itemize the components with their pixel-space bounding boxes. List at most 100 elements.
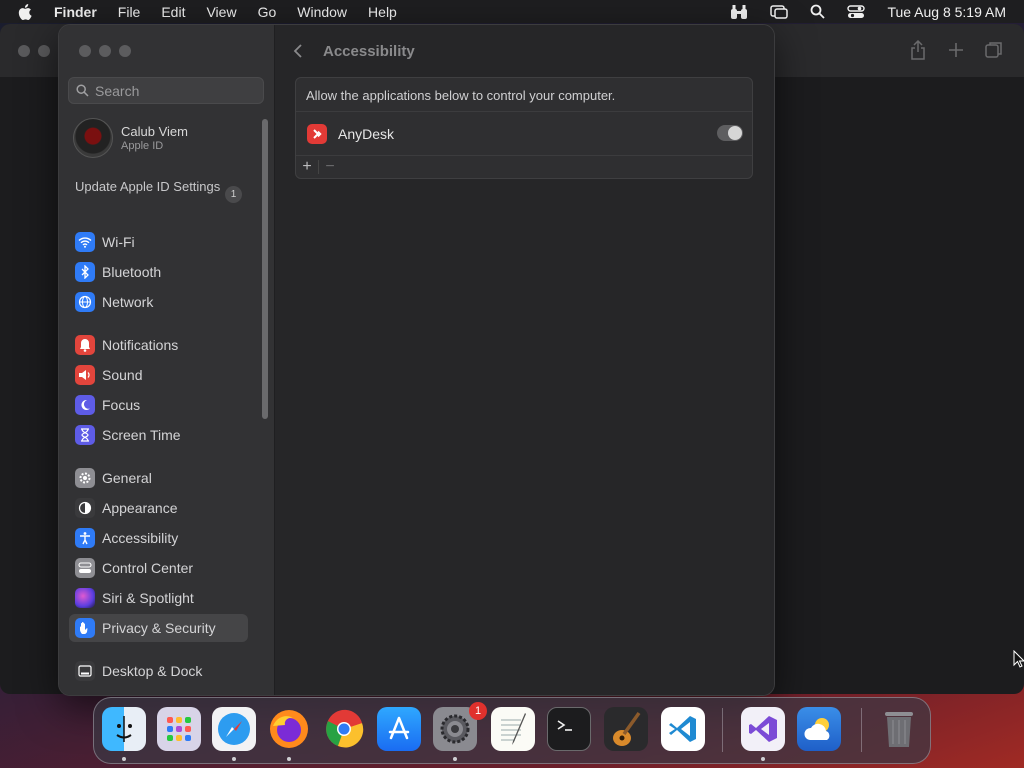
panel-description: Allow the applications below to control …	[306, 88, 616, 103]
menu-window[interactable]: Window	[297, 4, 347, 20]
sidebar-item-focus[interactable]: Focus	[69, 391, 248, 419]
add-app-button[interactable]: +	[296, 156, 318, 178]
sidebar-item-bluetooth[interactable]: Bluetooth	[69, 258, 248, 286]
control-center-icon[interactable]	[847, 4, 866, 19]
sidebar-item-screen-time[interactable]: Screen Time	[69, 421, 248, 449]
control-center-icon	[75, 558, 95, 578]
search-input[interactable]	[95, 82, 245, 99]
sidebar-item-network[interactable]: Network	[69, 288, 248, 316]
sidebar-item-wifi[interactable]: Wi-Fi	[69, 228, 248, 256]
appearance-icon	[75, 498, 95, 518]
sidebar-item-label: Sound	[102, 367, 143, 383]
update-apple-id-settings[interactable]: Update Apple ID Settings	[75, 179, 245, 195]
minimize-button[interactable]	[38, 45, 50, 57]
dock-finder-icon[interactable]	[102, 707, 146, 751]
siri-icon	[75, 588, 95, 608]
dock-trash-icon[interactable]	[877, 707, 921, 751]
sidebar-item-general[interactable]: General	[69, 464, 248, 492]
sidebar-item-notifications[interactable]: Notifications	[69, 331, 248, 359]
dock-garageband-icon[interactable]	[604, 707, 648, 751]
dock-textedit-icon[interactable]	[491, 707, 535, 751]
accessibility-icon	[75, 528, 95, 548]
binoculars-icon[interactable]	[730, 4, 748, 20]
zoom-button[interactable]	[119, 45, 131, 57]
anydesk-icon	[307, 123, 327, 144]
settings-notification-badge: 1	[469, 702, 487, 720]
menu-finder[interactable]: Finder	[54, 4, 97, 20]
sidebar: Calub Viem Apple ID Update Apple ID Sett…	[59, 25, 275, 695]
moon-icon	[75, 395, 95, 415]
mouse-cursor-icon	[1013, 649, 1024, 673]
apple-menu-icon[interactable]	[18, 3, 34, 20]
gear-icon	[75, 468, 95, 488]
running-indicator	[287, 757, 291, 761]
screen-mirroring-icon[interactable]	[770, 4, 789, 19]
menu-go[interactable]: Go	[258, 4, 277, 20]
system-settings-window: Calub Viem Apple ID Update Apple ID Sett…	[59, 25, 774, 695]
dock-terminal-icon[interactable]	[547, 707, 591, 751]
sidebar-item-siri-spotlight[interactable]: Siri & Spotlight	[69, 584, 248, 612]
dock: 1	[93, 697, 931, 764]
menu-edit[interactable]: Edit	[161, 4, 185, 20]
sidebar-item-accessibility[interactable]: Accessibility	[69, 524, 248, 552]
sidebar-item-label: Notifications	[102, 337, 179, 353]
dock-divider	[861, 708, 862, 752]
close-button[interactable]	[18, 45, 30, 57]
menu-view[interactable]: View	[206, 4, 236, 20]
accessibility-apps-panel: Allow the applications below to control …	[295, 77, 753, 179]
profile-subtitle: Apple ID	[121, 140, 164, 152]
search-field[interactable]	[68, 77, 264, 104]
apple-id-profile[interactable]: Calub Viem Apple ID	[73, 118, 188, 158]
sidebar-scrollbar[interactable]	[262, 119, 268, 419]
close-button[interactable]	[79, 45, 91, 57]
sidebar-item-appearance[interactable]: Appearance	[69, 494, 248, 522]
speaker-icon	[75, 365, 95, 385]
page-title: Accessibility	[323, 42, 415, 60]
new-tab-icon[interactable]	[946, 40, 966, 60]
dock-vscode-icon[interactable]	[661, 707, 705, 751]
dock-chrome-icon[interactable]	[322, 707, 366, 751]
sidebar-item-label: Wi-Fi	[102, 234, 135, 250]
remove-app-button[interactable]: −	[319, 156, 341, 178]
sidebar-item-label: Control Center	[102, 560, 194, 576]
spotlight-search-icon[interactable]	[810, 4, 826, 19]
back-chevron-icon[interactable]	[293, 41, 307, 61]
sidebar-item-desktop-dock[interactable]: Desktop & Dock	[69, 657, 248, 685]
sidebar-item-control-center[interactable]: Control Center	[69, 554, 248, 582]
wifi-icon	[75, 232, 95, 252]
minimize-button[interactable]	[99, 45, 111, 57]
running-indicator	[232, 757, 236, 761]
sidebar-item-label: Privacy & Security	[102, 620, 216, 636]
sidebar-item-privacy-security[interactable]: Privacy & Security	[69, 614, 248, 642]
search-icon	[76, 84, 89, 97]
update-count-badge: 1	[225, 186, 242, 203]
hourglass-icon	[75, 425, 95, 445]
hand-icon	[75, 618, 95, 638]
sidebar-item-label: Bluetooth	[102, 264, 162, 280]
avatar	[73, 118, 113, 158]
tab-overview-icon[interactable]	[984, 40, 1004, 60]
menu-clock[interactable]: Tue Aug 8 5:19 AM	[887, 4, 1006, 20]
menu-bar: Finder File Edit View Go Window Help Tue…	[0, 0, 1024, 23]
sidebar-item-label: Network	[102, 294, 154, 310]
menu-help[interactable]: Help	[368, 4, 397, 20]
list-item: AnyDesk	[296, 111, 752, 156]
anydesk-toggle[interactable]	[717, 125, 743, 141]
share-icon[interactable]	[908, 40, 928, 60]
bluetooth-icon	[75, 262, 95, 282]
sidebar-item-label: General	[102, 470, 152, 486]
sidebar-item-label: Desktop & Dock	[102, 663, 203, 679]
content-pane: Accessibility Allow the applications bel…	[275, 25, 774, 695]
dock-app-store-icon[interactable]	[377, 707, 421, 751]
running-indicator	[453, 757, 457, 761]
dock-launchpad-icon[interactable]	[157, 707, 201, 751]
globe-icon	[75, 292, 95, 312]
dock-safari-icon[interactable]	[212, 707, 256, 751]
dock-weather-icon[interactable]	[797, 707, 841, 751]
sidebar-item-sound[interactable]: Sound	[69, 361, 248, 389]
menu-file[interactable]: File	[118, 4, 141, 20]
dock-visual-studio-icon[interactable]	[741, 707, 785, 751]
toggle-knob	[728, 126, 742, 140]
sidebar-item-label: Screen Time	[102, 427, 181, 443]
dock-firefox-icon[interactable]	[267, 707, 311, 751]
